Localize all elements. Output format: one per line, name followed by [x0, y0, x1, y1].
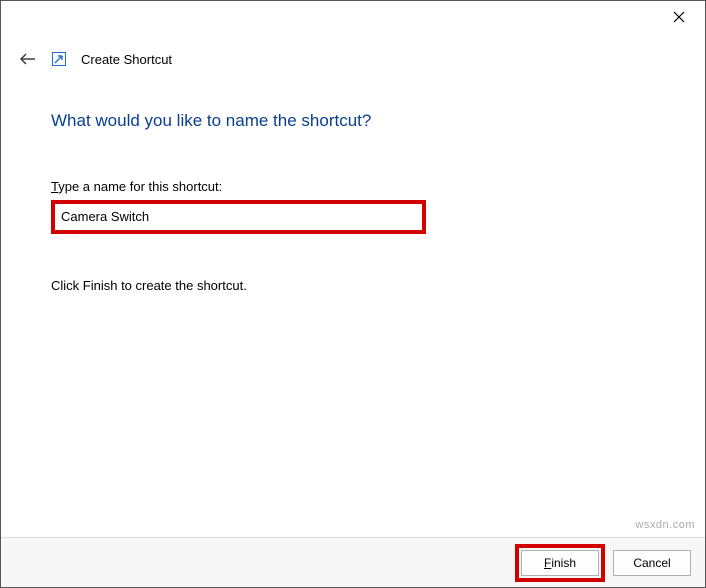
main-heading: What would you like to name the shortcut…	[51, 111, 655, 131]
close-icon	[673, 11, 685, 23]
name-field-label: Type a name for this shortcut:	[51, 179, 655, 194]
name-input-highlight	[51, 200, 426, 234]
page-title: Create Shortcut	[81, 52, 172, 67]
wizard-window: Create Shortcut What would you like to n…	[0, 0, 706, 588]
cancel-button[interactable]: Cancel	[613, 550, 691, 576]
titlebar	[1, 1, 705, 33]
shortcut-name-input[interactable]	[61, 209, 416, 224]
footer-bar: Finish Cancel	[1, 537, 705, 587]
header-row: Create Shortcut	[1, 33, 705, 67]
back-button[interactable]	[19, 52, 37, 66]
shortcut-icon	[51, 51, 67, 67]
watermark-text: wsxdn.com	[635, 519, 695, 531]
instruction-text: Click Finish to create the shortcut.	[51, 278, 655, 293]
finish-button-highlight: Finish	[515, 544, 605, 582]
finish-button[interactable]: Finish	[521, 550, 599, 576]
content-area: What would you like to name the shortcut…	[1, 67, 705, 537]
close-button[interactable]	[665, 3, 693, 31]
back-arrow-icon	[19, 52, 37, 66]
